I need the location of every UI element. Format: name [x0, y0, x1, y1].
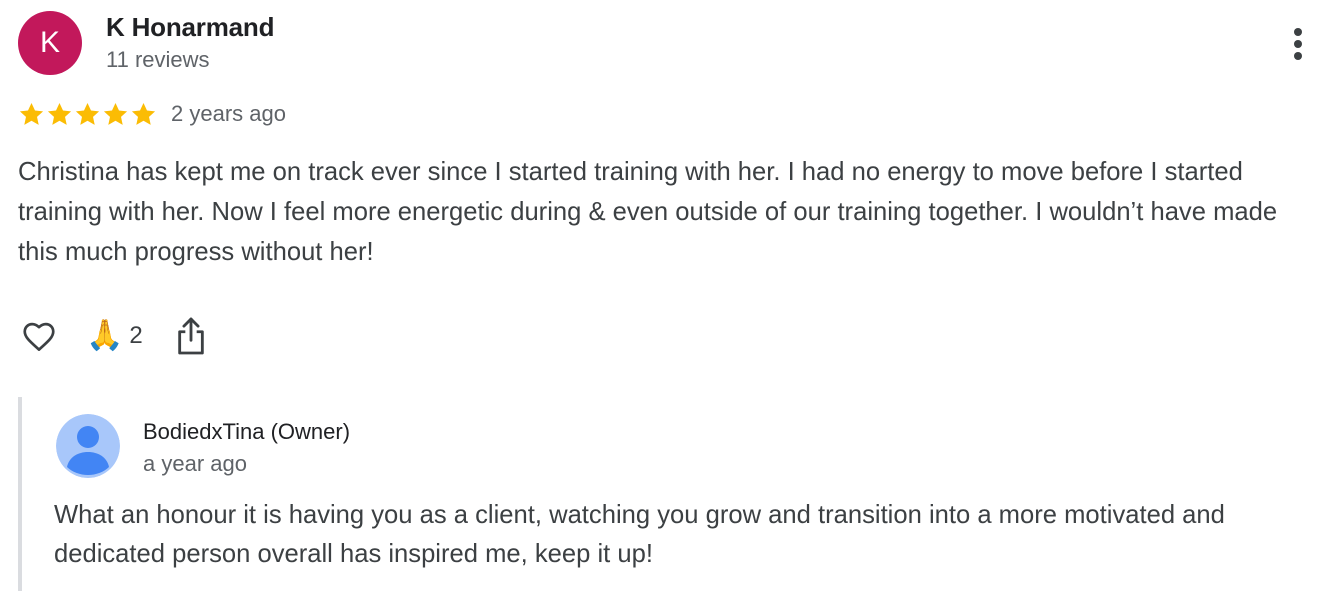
star-icon — [19, 102, 44, 125]
author-initial: K — [39, 26, 60, 59]
share-button[interactable] — [173, 316, 209, 356]
more-vertical-icon-dot — [1294, 52, 1302, 60]
owner-reply-time: a year ago — [143, 451, 247, 476]
more-vertical-icon-dot — [1294, 28, 1302, 36]
owner-reply: BodiedxTina (Owner) a year ago What an h… — [18, 397, 1322, 591]
like-button[interactable] — [18, 316, 60, 356]
review-time: 2 years ago — [171, 101, 286, 126]
reaction-count: 2 — [129, 322, 143, 349]
star-icon — [75, 102, 100, 125]
review-card: K K Honarmand 11 reviews 2 years ago Chr… — [0, 0, 1330, 604]
star-icon — [47, 102, 72, 125]
more-options-button[interactable] — [1282, 24, 1314, 64]
reaction-button[interactable]: 🙏 2 — [86, 321, 143, 351]
review-text: Christina has kept me on track ever sinc… — [18, 158, 1278, 266]
star-icon — [103, 102, 128, 125]
author-avatar[interactable]: K — [18, 11, 82, 75]
star-icon — [131, 102, 156, 125]
author-review-count[interactable]: 11 reviews — [106, 47, 210, 73]
star-rating — [18, 101, 157, 128]
owner-avatar[interactable] — [56, 414, 120, 478]
share-icon — [177, 317, 204, 355]
author-name[interactable]: K Honarmand — [106, 12, 274, 43]
rating-row: 2 years ago — [18, 98, 286, 130]
default-person-avatar-icon — [56, 414, 120, 478]
folded-hands-emoji-icon: 🙏 — [86, 318, 124, 353]
owner-name[interactable]: BodiedxTina (Owner) — [143, 419, 350, 445]
heart-outline-icon — [23, 322, 55, 351]
more-vertical-icon-dot — [1294, 40, 1302, 48]
owner-reply-text: What an honour it is having you as a cli… — [54, 501, 1225, 568]
review-actions: 🙏 2 — [18, 314, 209, 358]
